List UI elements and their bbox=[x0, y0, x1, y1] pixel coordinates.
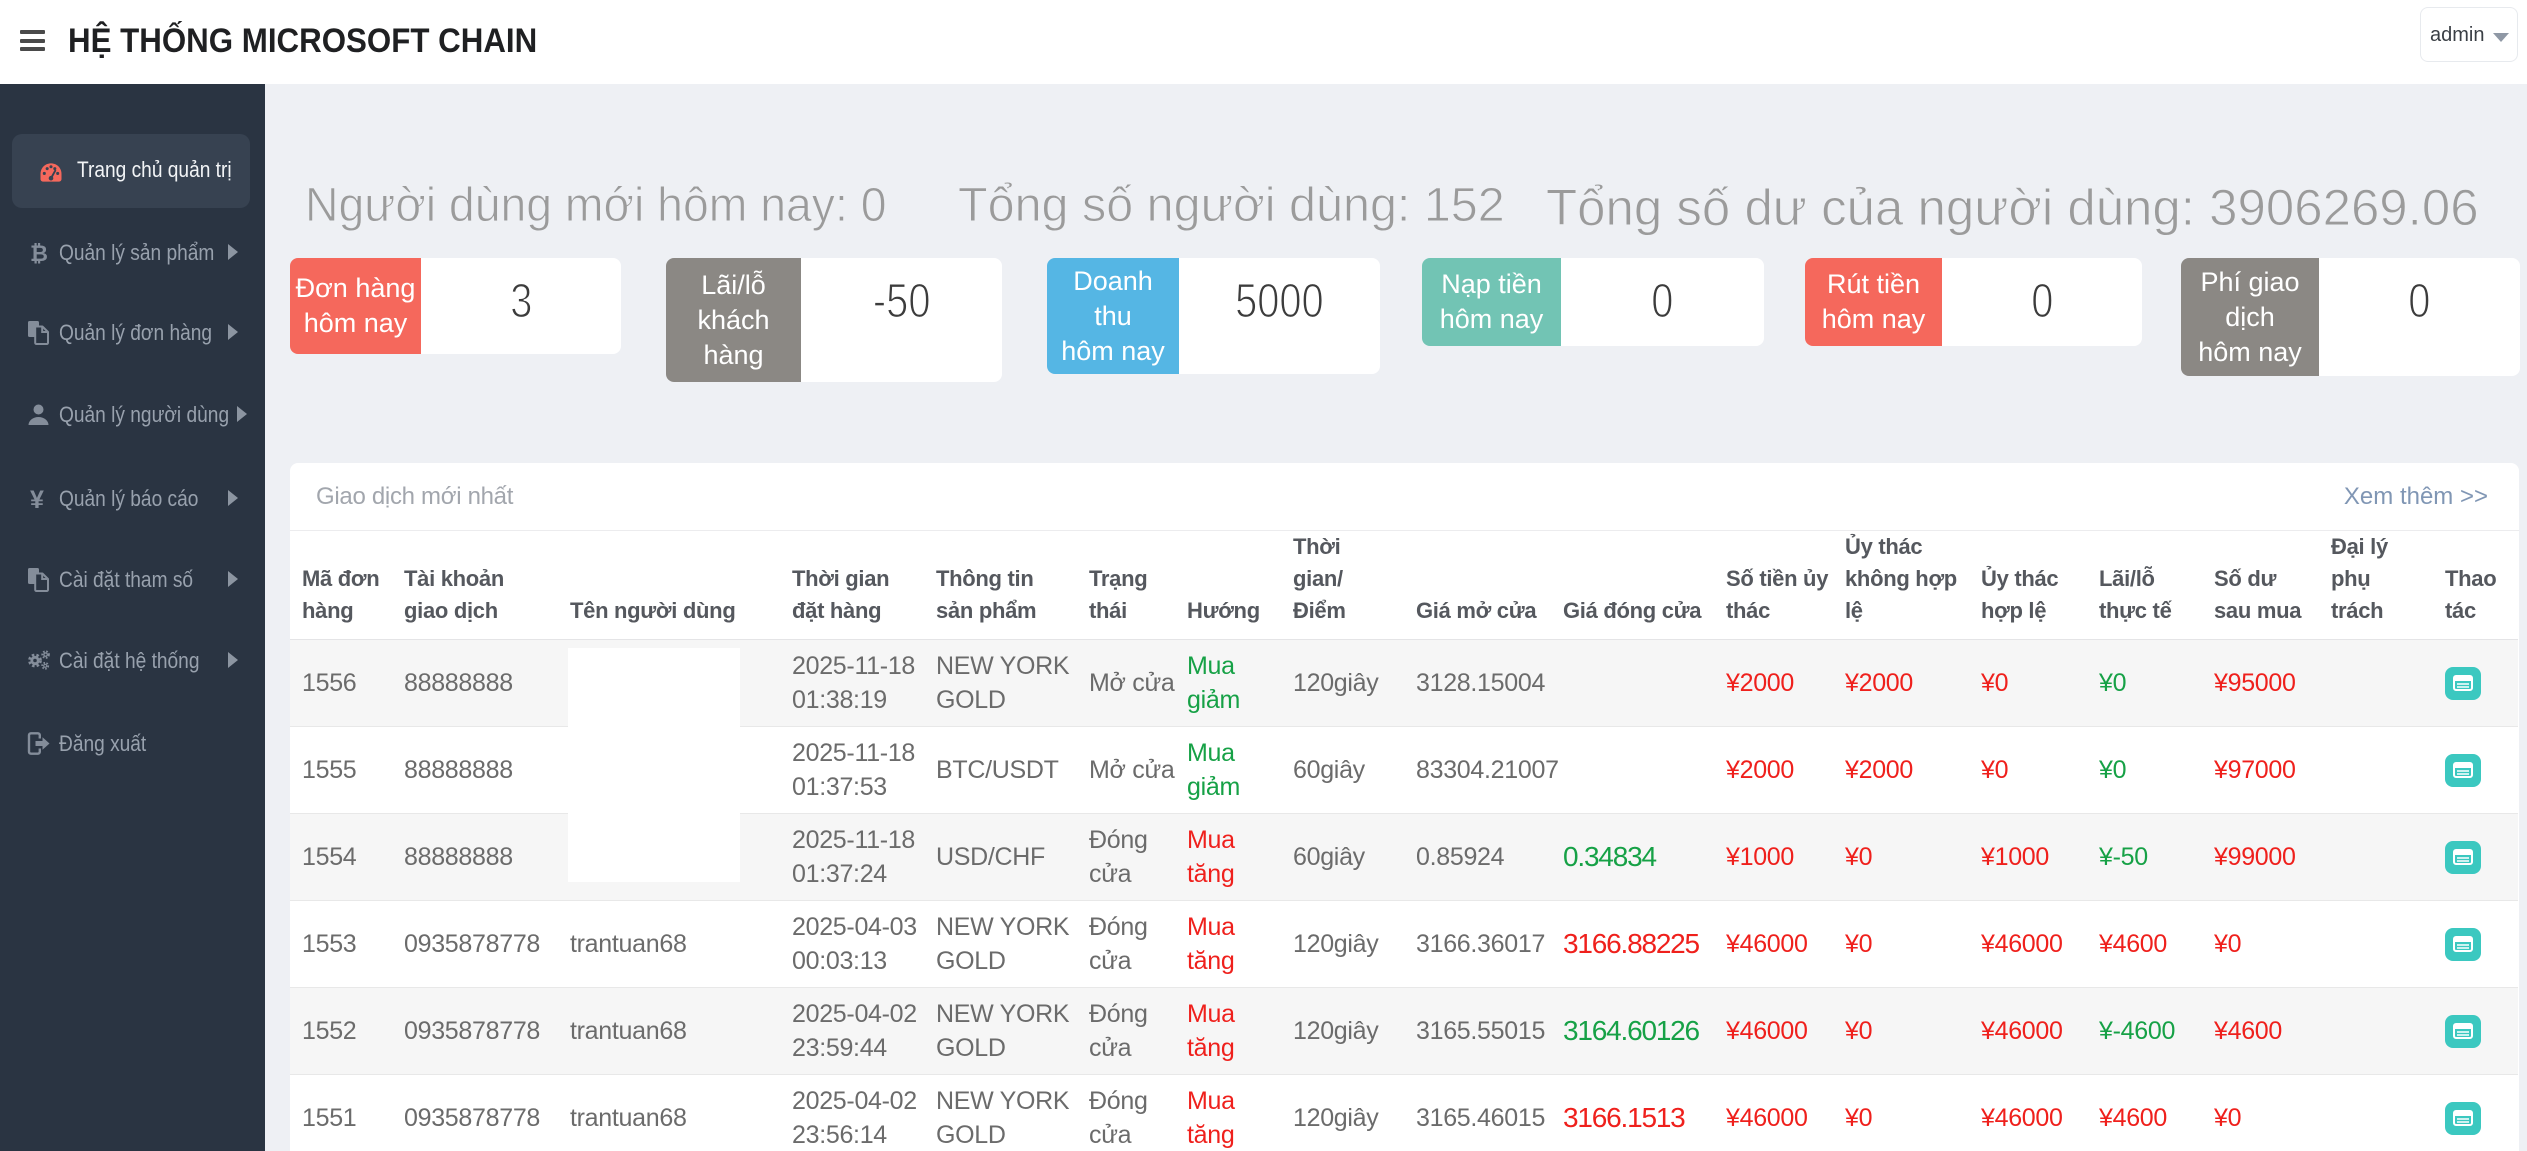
svg-text:¥: ¥ bbox=[30, 486, 44, 511]
svg-text:₿: ₿ bbox=[30, 241, 48, 265]
